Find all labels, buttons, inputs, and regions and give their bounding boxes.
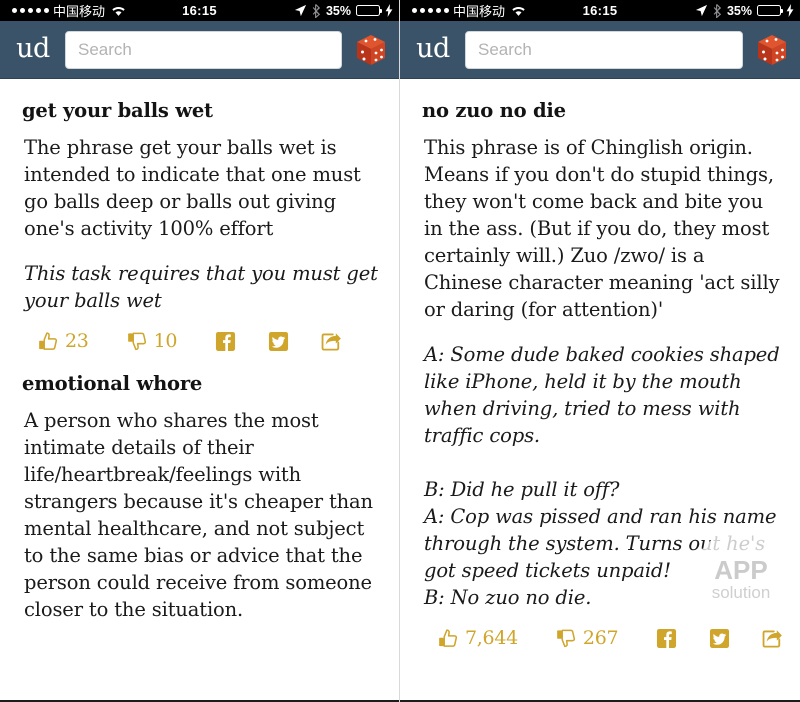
thumbs-down-button[interactable]: 267 [556, 627, 619, 649]
definitions-list-right: no zuo no die This phrase is of Chinglis… [400, 99, 800, 649]
definition-text: A person who shares the most intimate de… [24, 409, 373, 621]
lightning-bolt-icon [786, 4, 794, 17]
location-arrow-icon [294, 4, 307, 17]
twitter-share-button[interactable] [709, 628, 730, 649]
term-title[interactable]: get your balls wet [22, 99, 399, 122]
twitter-icon [709, 628, 730, 649]
phone-screen-right: 中国移动 16:15 35% ud Search no zuo no die T… [400, 0, 800, 702]
location-arrow-icon [695, 4, 708, 17]
thumbs-up-icon [38, 331, 59, 352]
definition-entry: get your balls wet The phrase get your b… [0, 99, 399, 352]
search-field-wrapper[interactable] [465, 30, 743, 69]
navigation-bar: ud [400, 21, 800, 79]
action-bar: 7,644 267 [438, 627, 800, 649]
battery-percent-label: 35% [325, 3, 351, 18]
twitter-share-button[interactable] [268, 331, 289, 352]
facebook-icon [215, 331, 236, 352]
thumbs-up-count: 7,644 [465, 627, 518, 649]
thumbs-up-count: 23 [65, 330, 89, 352]
share-button[interactable] [321, 331, 342, 352]
phone-screen-left: 中国移动 16:15 35% ud Search get your balls … [0, 0, 400, 702]
term-title[interactable]: emotional whore [22, 372, 399, 395]
battery-icon [356, 5, 382, 16]
thumbs-down-icon [127, 331, 148, 352]
status-bar: 中国移动 16:15 35% [400, 0, 800, 21]
bluetooth-icon [713, 3, 722, 18]
term-title[interactable]: no zuo no die [422, 99, 800, 122]
dual-screenshot-container: 中国移动 16:15 35% ud Search get your balls … [0, 0, 800, 702]
status-bar: 中国移动 16:15 35% [0, 0, 399, 21]
search-field-wrapper[interactable] [65, 30, 342, 69]
definitions-list-left: get your balls wet The phrase get your b… [0, 99, 399, 623]
example-text: A: Some dude baked cookies shaped like i… [424, 343, 780, 609]
search-input[interactable] [476, 38, 732, 61]
definition-text: The phrase get your balls wet is intende… [24, 136, 361, 240]
thumbs-down-count: 267 [582, 627, 619, 649]
navigation-bar: ud [0, 21, 399, 79]
share-button[interactable] [762, 628, 783, 649]
example-text: This task requires that you must get you… [24, 262, 378, 312]
bluetooth-icon [312, 3, 321, 18]
facebook-icon [656, 628, 677, 649]
status-bar-right: 35% [294, 4, 393, 18]
thumbs-down-icon [556, 628, 577, 649]
lightning-bolt-icon [385, 4, 393, 17]
thumbs-down-count: 10 [153, 330, 178, 352]
facebook-share-button[interactable] [215, 331, 236, 352]
dice-icon[interactable] [752, 30, 792, 70]
thumbs-up-button[interactable]: 23 [38, 330, 89, 352]
thumbs-down-button[interactable]: 10 [127, 330, 178, 352]
battery-icon [757, 5, 783, 16]
search-input[interactable] [76, 38, 331, 61]
app-logo[interactable]: ud [10, 35, 56, 65]
twitter-icon [268, 331, 289, 352]
action-bar: 23 10 [38, 330, 399, 352]
share-icon [762, 628, 783, 649]
share-icon [321, 331, 342, 352]
app-logo[interactable]: ud [410, 35, 456, 65]
definition-text: This phrase is of Chinglish origin. Mean… [424, 136, 780, 321]
thumbs-up-button[interactable]: 7,644 [438, 627, 518, 649]
dice-icon[interactable] [351, 30, 391, 70]
facebook-share-button[interactable] [656, 628, 677, 649]
definition-entry: emotional whore A person who shares the … [0, 372, 399, 623]
battery-percent-label: 35% [726, 3, 752, 18]
status-bar-right: 35% [695, 4, 794, 18]
definition-entry: no zuo no die This phrase is of Chinglis… [400, 99, 800, 649]
thumbs-up-icon [438, 628, 459, 649]
